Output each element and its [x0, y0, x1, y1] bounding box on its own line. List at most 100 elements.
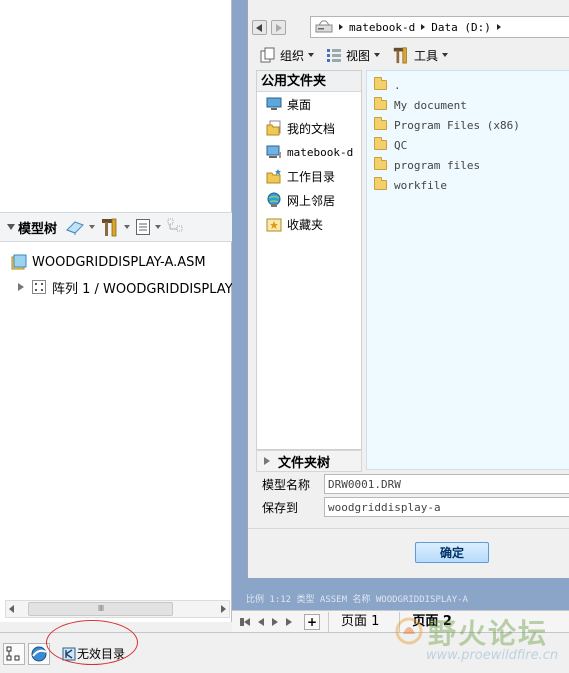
folder-icon: [374, 97, 387, 110]
file-list-item[interactable]: Program Files (x86): [367, 115, 569, 135]
horizontal-scrollbar[interactable]: IIII: [5, 600, 230, 618]
favorites-icon: [266, 218, 282, 232]
save-dialog: matebook-d Data (D:) 组织 视图 工具 公用文件夹 桌面 我…: [247, 0, 569, 578]
save-to-label: 保存到: [262, 500, 299, 515]
expand-arrow-icon[interactable]: [18, 283, 24, 291]
file-list-item[interactable]: program files: [367, 155, 569, 175]
chevron-down-icon: [155, 225, 162, 229]
folder-tree-toggle[interactable]: 文件夹树: [256, 450, 362, 472]
fav-label: matebook-d: [287, 145, 354, 159]
folder-name: Program Files (x86): [394, 118, 520, 132]
breadcrumb-computer[interactable]: matebook-d: [349, 21, 415, 34]
tree-item-root-assembly[interactable]: WOODGRIDDISPLAY-A.ASM: [0, 251, 206, 273]
folder-name: workfile: [394, 178, 447, 192]
view-label: 视图: [346, 48, 371, 63]
file-list: . My document Program Files (x86) QC pro…: [366, 70, 569, 470]
add-page-button[interactable]: +: [304, 613, 320, 630]
watermark-url: www.proewildfire.cn: [426, 648, 559, 663]
folder-icon: [374, 157, 387, 170]
folder-name: program files: [394, 158, 481, 172]
folder-name: My document: [394, 98, 467, 112]
last-page-icon[interactable]: [286, 617, 292, 626]
organize-menu[interactable]: 组织: [260, 47, 315, 64]
fav-item-desktop[interactable]: 桌面: [257, 92, 361, 116]
address-bar[interactable]: matebook-d Data (D:): [310, 16, 569, 38]
collapse-panel-icon[interactable]: [7, 224, 15, 230]
breadcrumb-separator-icon: [421, 24, 426, 30]
fav-item-computer[interactable]: matebook-d: [257, 140, 361, 164]
next-page-icon[interactable]: [272, 617, 278, 626]
save-to-field[interactable]: [324, 497, 569, 517]
navigator-panel: 模型树 WOODGRIDDISPLAY-A.ASM 阵列 1 / WOODGRI…: [0, 0, 233, 622]
back-arrow-icon: [256, 23, 262, 32]
folder-tree-label: 文件夹树: [278, 455, 331, 471]
breadcrumb-separator-icon: [339, 24, 343, 30]
eraser-icon: [66, 221, 84, 235]
fav-label: 桌面: [287, 97, 312, 112]
watermark-text: 野火论坛: [428, 617, 549, 650]
folder-icon: [374, 137, 387, 150]
prev-page-icon[interactable]: [258, 617, 264, 626]
chevron-down-icon: [124, 225, 131, 229]
fav-item-working-dir[interactable]: 工作目录: [257, 164, 361, 188]
pattern-icon: [32, 280, 46, 294]
model-tree-toolbar: 模型树: [0, 212, 232, 242]
common-folders-pane: 公用文件夹 桌面 我的文档 matebook-d 工作目录 网上邻居 收藏夹: [256, 70, 362, 450]
dialog-toolbar: 组织 视图 工具: [260, 44, 460, 66]
annotation-circle: [46, 620, 138, 665]
expand-arrow-icon: [264, 457, 270, 465]
tools-menu[interactable]: 工具: [392, 46, 449, 64]
scroll-right-icon[interactable]: [221, 605, 226, 613]
address-row: matebook-d Data (D:): [248, 14, 569, 40]
file-list-item[interactable]: workfile: [367, 175, 569, 195]
first-page-icon[interactable]: [244, 617, 250, 626]
filter-tree-icon: [167, 218, 183, 232]
file-list-item[interactable]: .: [367, 75, 569, 95]
network-icon: [267, 192, 281, 207]
fav-item-network[interactable]: 网上邻居: [257, 188, 361, 212]
file-list-item[interactable]: QC: [367, 135, 569, 155]
common-folders-header: 公用文件夹: [257, 71, 361, 92]
tree-item-label: WOODGRIDDISPLAY-A.ASM: [32, 254, 206, 270]
navigator-toggle-button[interactable]: [3, 643, 25, 665]
list-icon: [136, 219, 151, 235]
settings-menu-button[interactable]: [100, 213, 135, 241]
file-list-item[interactable]: My document: [367, 95, 569, 115]
folder-name: .: [394, 78, 401, 92]
tools-icon: [393, 47, 407, 64]
scroll-thumb[interactable]: IIII: [28, 602, 173, 616]
fav-item-favorites[interactable]: 收藏夹: [257, 212, 361, 236]
model-name-label: 模型名称: [262, 477, 311, 492]
breadcrumb-separator-icon: [496, 24, 501, 30]
organize-label: 组织: [280, 48, 305, 63]
show-menu-button[interactable]: [65, 213, 100, 241]
folder-icon: [374, 117, 387, 130]
watermark-logo-icon: [395, 617, 423, 645]
scroll-left-icon[interactable]: [9, 605, 14, 613]
watermark: 野火论坛 www.proewildfire.cn: [382, 612, 569, 672]
fav-label: 收藏夹: [287, 217, 324, 232]
tree-filter-button[interactable]: [166, 213, 186, 241]
dialog-divider: [248, 528, 569, 529]
ok-button[interactable]: 确定: [415, 542, 489, 563]
desktop-icon: [266, 97, 282, 110]
view-menu[interactable]: 视图: [326, 47, 381, 64]
view-grid-icon: [327, 49, 342, 62]
model-info-text: 比例 1:12 类型 ASSEM 名称 WOODGRIDDISPLAY-A: [246, 595, 468, 605]
forward-arrow-icon: [276, 23, 282, 32]
tree-item-pattern[interactable]: 阵列 1 / WOODGRIDDISPLAY: [0, 276, 233, 298]
fav-label: 工作目录: [287, 169, 336, 184]
forward-button[interactable]: [271, 19, 286, 35]
model-name-field[interactable]: [324, 474, 569, 494]
chevron-down-icon: [89, 225, 96, 229]
drive-icon: [315, 20, 333, 33]
working-dir-icon: [266, 169, 281, 184]
fav-item-documents[interactable]: 我的文档: [257, 116, 361, 140]
breadcrumb-drive[interactable]: Data (D:): [431, 21, 491, 34]
back-button[interactable]: [252, 19, 267, 35]
model-tree-title: 模型树: [18, 221, 58, 237]
columns-menu-button[interactable]: [135, 213, 166, 241]
save-to-row: 保存到: [262, 496, 569, 518]
folder-icon: [374, 77, 387, 90]
assembly-icon: [11, 254, 27, 270]
